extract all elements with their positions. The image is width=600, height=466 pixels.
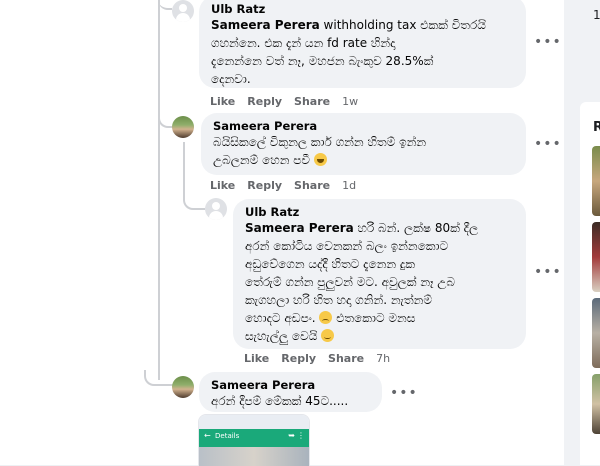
rail-count: 1	[593, 8, 600, 22]
comment-text: Sameera Perera withholding tax එකක් විතර…	[211, 18, 486, 86]
reply-button[interactable]: Reply	[281, 352, 316, 365]
comment-actions: Like Reply Share 7h	[244, 352, 402, 365]
comment-author[interactable]: Ulb Ratz	[245, 205, 514, 219]
comment-bubble: Sameera Perera බයිසිකලේ විකුනල කාර් ගන්න…	[201, 113, 526, 175]
profile-photo-avatar[interactable]	[172, 116, 194, 138]
thread-connector	[144, 370, 174, 386]
more-icon[interactable]: •••	[534, 137, 561, 151]
more-icon[interactable]: •••	[390, 386, 417, 400]
comment-actions: Like Reply Share 1w	[210, 95, 370, 108]
emoji-sad-icon	[319, 311, 333, 324]
comment-author[interactable]: Sameera Perera	[213, 119, 514, 133]
rail-thumbnail[interactable]	[592, 298, 600, 368]
comment-actions: Like Reply Share 1d	[210, 179, 368, 192]
attachment-status-bar	[199, 415, 309, 429]
like-button[interactable]: Like	[210, 179, 235, 192]
reply-button[interactable]: Reply	[247, 95, 282, 108]
rail-heading: R	[593, 120, 600, 135]
timestamp[interactable]: 7h	[376, 352, 390, 365]
mention-link[interactable]: Sameera Perera	[245, 221, 354, 235]
share-button[interactable]: Share	[328, 352, 364, 365]
comment-bubble: Sameera Perera අරන් දීපම් මේකක් 45ට.....	[199, 372, 382, 412]
attachment-photo	[199, 447, 309, 466]
comment-bubble: Ulb Ratz Sameera Perera හරි බන්. ලක්ෂ 80…	[233, 199, 526, 349]
thread-connector	[183, 194, 205, 210]
thread-line	[158, 0, 160, 380]
more-icon[interactable]: •••	[534, 35, 561, 49]
rail-thumbnail[interactable]	[592, 222, 600, 292]
thread-connector	[158, 0, 172, 10]
back-arrow-icon: ←	[204, 431, 211, 440]
attachment-title: Details	[215, 432, 240, 440]
rail-thumbnail[interactable]	[592, 146, 600, 216]
emoji-laugh-icon	[313, 153, 327, 166]
comment-text: බයිසිකලේ විකුනල කාර් ගන්න හිතම් ඉන්න උබල…	[213, 135, 427, 167]
mention-link[interactable]: Sameera Perera	[211, 18, 320, 32]
comments-feed: Ulb Ratz Sameera Perera withholding tax …	[0, 0, 564, 466]
share-icon: ➥	[288, 431, 295, 440]
emoji-smile-icon	[321, 329, 335, 342]
reply-button[interactable]: Reply	[247, 179, 282, 192]
profile-photo-avatar[interactable]	[172, 376, 194, 398]
image-attachment[interactable]: ← Details ➥ ⋮	[198, 414, 310, 466]
like-button[interactable]: Like	[210, 95, 235, 108]
share-button[interactable]: Share	[294, 95, 330, 108]
comment-text: අරන් දීපම් මේකක් 45ට.....	[211, 394, 349, 408]
timestamp[interactable]: 1w	[342, 95, 358, 108]
more-icon[interactable]: •••	[534, 265, 561, 279]
timestamp[interactable]: 1d	[342, 179, 356, 192]
rail-thumbnail[interactable]	[592, 374, 600, 434]
comment-author[interactable]: Ulb Ratz	[211, 2, 514, 16]
default-avatar-icon[interactable]	[205, 198, 227, 220]
comment-bubble: Ulb Ratz Sameera Perera withholding tax …	[199, 0, 526, 88]
default-avatar-icon[interactable]	[172, 0, 194, 22]
thread-line	[183, 142, 185, 200]
share-button[interactable]: Share	[294, 179, 330, 192]
comment-author[interactable]: Sameera Perera	[211, 378, 370, 392]
kebab-menu-icon: ⋮	[297, 431, 305, 440]
like-button[interactable]: Like	[244, 352, 269, 365]
comment-text: Sameera Perera හරි බන්. ලක්ෂ 80ක් දීල අර…	[245, 221, 479, 343]
